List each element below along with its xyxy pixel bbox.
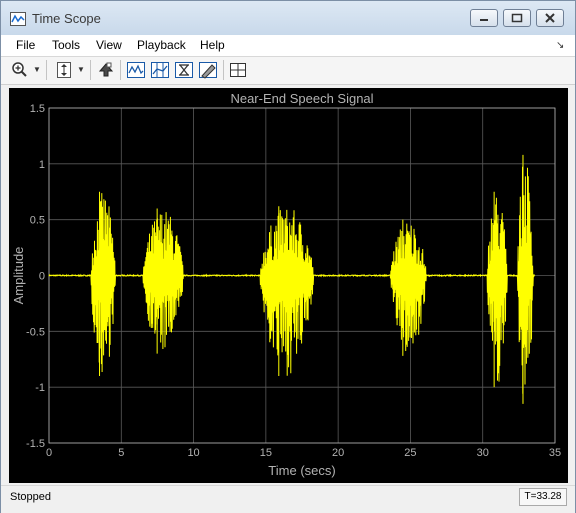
layout-button[interactable] <box>227 59 249 81</box>
autoscale-button[interactable] <box>53 59 75 81</box>
y-tick-label: -1 <box>35 382 45 394</box>
x-tick-label: 20 <box>332 447 344 459</box>
x-tick-label: 5 <box>118 447 124 459</box>
scope-plot: 0 5 10 15 20 25 30 35 -1.5 -1 -0.5 0 0.5 1 1.5 Near-End… <box>11 91 561 478</box>
title-bar[interactable]: Time Scope <box>1 1 575 37</box>
menu-bar: File Tools View Playback Help ↘ <box>1 35 575 57</box>
plot-title: Near-End Speech Signal <box>230 91 373 106</box>
maximize-icon <box>511 13 523 23</box>
toolbar-separator <box>223 60 224 80</box>
toolbar-separator <box>90 60 91 80</box>
time-scope-app-icon <box>10 12 26 26</box>
simulation-time: T=33.28 <box>519 488 567 506</box>
restore-default-button[interactable] <box>95 59 117 81</box>
menu-help[interactable]: Help <box>200 38 225 52</box>
close-button[interactable] <box>536 9 564 27</box>
x-tick-label: 30 <box>477 447 489 459</box>
toolbar: ▼ ▼ <box>1 57 575 85</box>
zoom-in-icon <box>12 62 27 77</box>
bilevel-measurements-icon <box>199 62 217 79</box>
menu-playback[interactable]: Playback <box>137 38 186 52</box>
autoscale-icon <box>57 62 71 78</box>
simulation-status: Stopped <box>10 491 51 503</box>
zoom-dropdown-arrow-icon[interactable]: ▼ <box>33 65 41 74</box>
x-tick-label: 25 <box>404 447 416 459</box>
bilevel-measurements-button[interactable] <box>197 59 219 81</box>
menu-tools[interactable]: Tools <box>52 38 80 52</box>
autoscale-dropdown-arrow-icon[interactable]: ▼ <box>77 65 85 74</box>
peak-finder-button[interactable] <box>173 59 195 81</box>
y-tick-label: 1.5 <box>30 103 45 115</box>
cursor-measurements-button[interactable] <box>149 59 171 81</box>
scope-display[interactable]: 0 5 10 15 20 25 30 35 -1.5 -1 -0.5 0 0.5 1 1.5 Near-End… <box>9 88 568 483</box>
x-axis-label: Time (secs) <box>268 463 335 478</box>
y-tick-label: 1 <box>39 159 45 171</box>
close-icon <box>545 13 555 23</box>
minimize-icon <box>480 19 488 21</box>
restore-default-icon <box>98 62 114 77</box>
cursor-measurements-icon <box>151 62 169 78</box>
x-tick-label: 35 <box>549 447 561 459</box>
zoom-in-button[interactable] <box>9 59 31 81</box>
y-tick-label: -0.5 <box>26 326 45 338</box>
window-title: Time Scope <box>32 11 101 26</box>
menu-file[interactable]: File <box>16 38 35 52</box>
triggers-icon <box>127 62 145 78</box>
toolbar-separator <box>120 60 121 80</box>
layout-icon <box>230 63 246 77</box>
x-tick-label: 15 <box>260 447 272 459</box>
peak-finder-icon <box>175 62 193 78</box>
maximize-button[interactable] <box>503 9 531 27</box>
x-tick-label: 0 <box>46 447 52 459</box>
menu-view[interactable]: View <box>96 38 122 52</box>
dock-arrow-icon[interactable]: ↘ <box>556 40 564 51</box>
y-tick-label: -1.5 <box>26 438 45 450</box>
y-tick-label: 0 <box>39 271 45 283</box>
time-scope-window: Time Scope File Tools View Playback Help… <box>0 0 576 513</box>
status-bar: Stopped T=33.28 <box>1 485 575 513</box>
triggers-button[interactable] <box>125 59 147 81</box>
minimize-button[interactable] <box>470 9 498 27</box>
y-tick-label: 0.5 <box>30 215 45 227</box>
speech-signal-trace <box>48 166 536 394</box>
y-axis-label: Amplitude <box>11 247 26 305</box>
x-tick-label: 10 <box>187 447 199 459</box>
toolbar-separator <box>46 60 47 80</box>
